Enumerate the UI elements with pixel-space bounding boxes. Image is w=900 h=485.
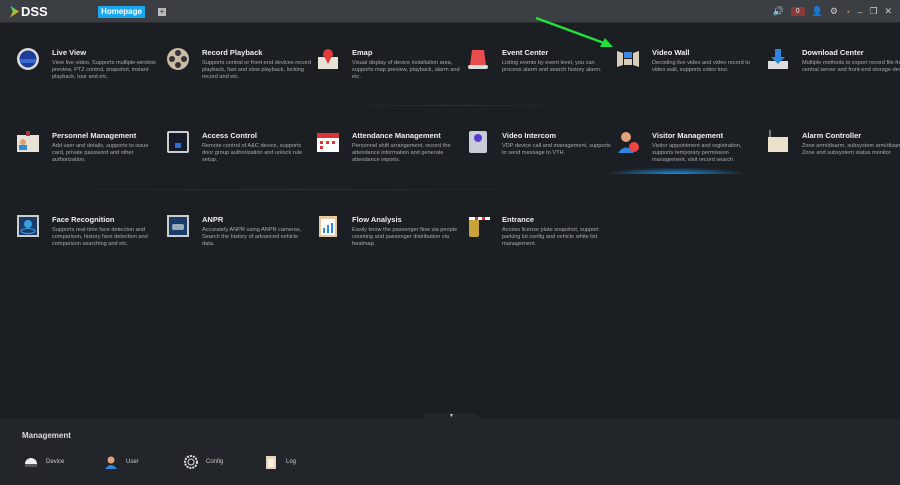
user-icon [104, 455, 118, 469]
log-icon [264, 455, 278, 469]
config-icon [184, 455, 198, 469]
management-item-user[interactable]: User [104, 455, 139, 469]
device-icon [24, 455, 38, 469]
management-item-label: User [126, 459, 139, 465]
management-item-device[interactable]: Device [24, 455, 64, 469]
management-panel [0, 419, 900, 485]
management-item-log[interactable]: Log [264, 455, 296, 469]
management-item-label: Config [206, 459, 224, 465]
management-title: Management [22, 431, 71, 440]
management-item-config[interactable]: Config [184, 455, 223, 469]
management-item-label: Device [46, 459, 65, 465]
management-item-label: Log [286, 459, 297, 465]
